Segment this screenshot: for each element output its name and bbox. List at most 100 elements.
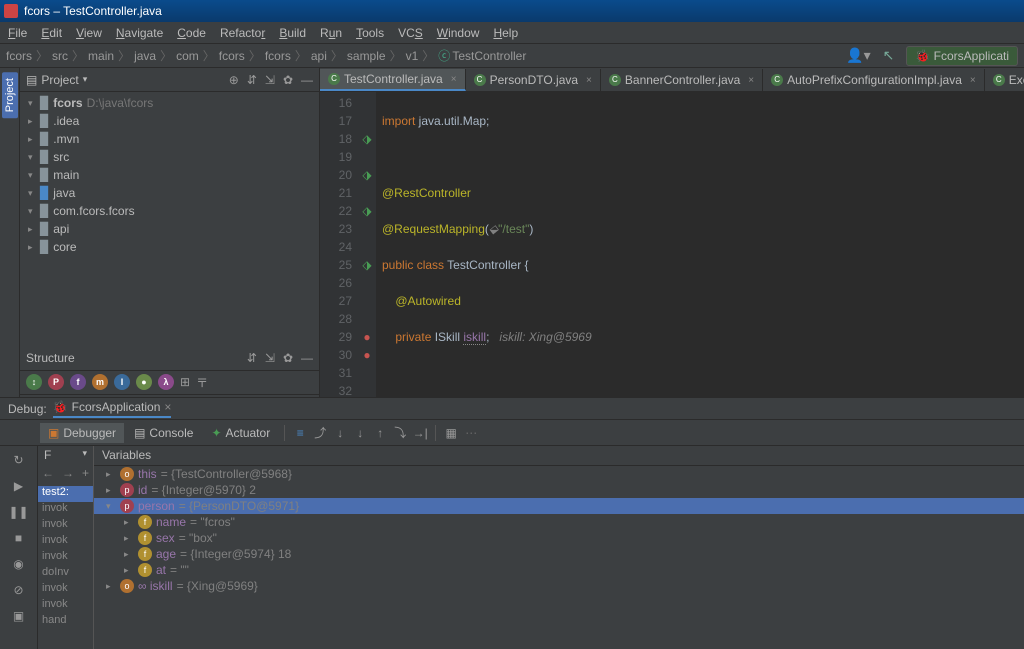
menu-file[interactable]: File xyxy=(2,24,33,42)
tab-exceptioncode[interactable]: CExceptionCodeCo xyxy=(985,69,1024,91)
crumb[interactable]: v1 xyxy=(406,49,419,63)
menu-edit[interactable]: Edit xyxy=(35,24,68,42)
menu-run[interactable]: Run xyxy=(314,24,348,42)
editor-tabs: CTestController.java× CPersonDTO.java× C… xyxy=(320,68,1024,92)
structure-panel-header: Structure ⇵ ⇲ ✿ — xyxy=(20,347,319,371)
build-icon[interactable]: ↖ xyxy=(883,47,895,64)
breadcrumb-bar: fcors〉 src〉 main〉 java〉 com〉 fcors〉 fcor… xyxy=(0,44,1024,68)
force-step-icon[interactable]: ↓ xyxy=(351,424,369,442)
show-icon[interactable]: ● xyxy=(136,374,152,390)
project-icon: ▤ xyxy=(26,73,37,87)
menu-tools[interactable]: Tools xyxy=(350,24,390,42)
collapse-icon[interactable]: ⇵ xyxy=(247,73,257,87)
breakpoints-icon[interactable]: ◉ xyxy=(9,554,29,574)
user-icon[interactable]: 👤▾ xyxy=(846,47,870,64)
breadcrumb: fcors〉 src〉 main〉 java〉 com〉 fcors〉 fcor… xyxy=(6,47,526,64)
debug-toolbar: ▣Debugger ▤Console ✦Actuator ≡ ⤴ ↓ ↓ ↑ ⤵… xyxy=(0,420,1024,446)
crumb[interactable]: main xyxy=(88,49,114,63)
layout-icon[interactable]: ▣ xyxy=(9,606,29,626)
crumb[interactable]: fcors xyxy=(6,49,32,63)
step-into-icon[interactable]: ↓ xyxy=(331,424,349,442)
menubar: File Edit View Navigate Code Refactor Bu… xyxy=(0,22,1024,44)
debug-label: Debug: xyxy=(8,402,47,416)
tool-tab-project[interactable]: Project xyxy=(2,72,18,118)
variable-row[interactable]: ▸o ∞ iskill = {Xing@5969} xyxy=(94,578,1024,594)
window-title: fcors – TestController.java xyxy=(24,4,162,18)
crumb[interactable]: fcors xyxy=(219,49,245,63)
gear-icon[interactable]: ✿ xyxy=(283,351,293,365)
expand-icon[interactable]: ⇲ xyxy=(265,73,275,87)
target-icon[interactable]: ⊕ xyxy=(229,73,239,87)
debug-config-tab[interactable]: 🐞 FcorsApplication × xyxy=(53,400,172,418)
resume-icon[interactable]: ▶ xyxy=(9,476,29,496)
filter-icon[interactable]: P xyxy=(48,374,64,390)
menu-window[interactable]: Window xyxy=(431,24,486,42)
debugger-tab[interactable]: ▣Debugger xyxy=(40,423,124,443)
app-icon xyxy=(4,4,18,18)
project-panel-header: ▤ Project ▾ ⊕ ⇵ ⇲ ✿ — xyxy=(20,68,319,92)
drop-frame-icon[interactable]: ⤵ xyxy=(391,424,409,442)
variables-header: Variables xyxy=(94,446,1024,466)
field-icon[interactable]: f xyxy=(70,374,86,390)
crumb[interactable]: fcors xyxy=(265,49,291,63)
tab-bannercontroller[interactable]: CBannerController.java× xyxy=(601,69,763,91)
debug-panel: Debug: 🐞 FcorsApplication × ▣Debugger ▤C… xyxy=(0,397,1024,649)
variable-row[interactable]: ▾p person = {PersonDTO@5971} xyxy=(94,498,1024,514)
step-over-icon[interactable]: ⤴ xyxy=(311,424,329,442)
variable-row[interactable]: ▸f name = "fcros" xyxy=(94,514,1024,530)
tab-testcontroller[interactable]: CTestController.java× xyxy=(320,69,466,91)
method-icon[interactable]: m xyxy=(92,374,108,390)
crumb[interactable]: sample xyxy=(347,49,386,63)
close-icon[interactable]: × xyxy=(451,74,457,85)
expand-icon[interactable]: ⇲ xyxy=(265,351,275,365)
run-config-selector[interactable]: 🐞 FcorsApplicati xyxy=(906,46,1018,66)
variable-row[interactable]: ▸f sex = "box" xyxy=(94,530,1024,546)
run-to-cursor-icon[interactable]: →| xyxy=(411,424,429,442)
impl-icon[interactable]: I xyxy=(114,374,130,390)
project-tree[interactable]: ▾▉ fcors D:\java\fcors ▸▉ .idea ▸▉ .mvn … xyxy=(20,92,319,347)
crumb[interactable]: com xyxy=(176,49,199,63)
menu-navigate[interactable]: Navigate xyxy=(110,24,169,42)
debug-side-toolbar: ↻ ▶ ❚❚ ■ ◉ ⊘ ▣ xyxy=(0,446,38,649)
tab-persondto[interactable]: CPersonDTO.java× xyxy=(466,69,601,91)
variable-row[interactable]: ▸p id = {Integer@5970} 2 xyxy=(94,482,1024,498)
debug-frames[interactable]: F▾ ←→+ test2: invok invok invok invok do… xyxy=(38,446,94,649)
variable-row[interactable]: ▸f age = {Integer@5974} 18 xyxy=(94,546,1024,562)
project-title: Project xyxy=(41,73,78,87)
console-tab[interactable]: ▤Console xyxy=(126,423,201,443)
crumb[interactable]: src xyxy=(52,49,68,63)
crumb-class[interactable]: TestController xyxy=(452,49,526,63)
structure-title: Structure xyxy=(26,351,75,365)
variable-row[interactable]: ▸f at = "" xyxy=(94,562,1024,578)
collapse-icon[interactable]: ⇵ xyxy=(247,351,257,365)
pause-icon[interactable]: ❚❚ xyxy=(9,502,29,522)
menu-view[interactable]: View xyxy=(70,24,108,42)
anon-icon[interactable]: λ xyxy=(158,374,174,390)
threads-icon[interactable]: ≡ xyxy=(291,424,309,442)
structure-toolbar: ↕ P f m I ● λ ⊞ 〒 xyxy=(20,371,319,395)
gear-icon[interactable]: ✿ xyxy=(283,73,293,87)
crumb[interactable]: api xyxy=(311,49,327,63)
menu-refactor[interactable]: Refactor xyxy=(214,24,271,42)
menu-help[interactable]: Help xyxy=(487,24,524,42)
hide-icon[interactable]: — xyxy=(301,73,313,87)
titlebar: fcors – TestController.java xyxy=(0,0,1024,22)
collapse-all-icon[interactable]: 〒 xyxy=(196,374,208,391)
expand-all-icon[interactable]: ⊞ xyxy=(180,375,190,389)
menu-vcs[interactable]: VCS xyxy=(392,24,429,42)
stop-icon[interactable]: ■ xyxy=(9,528,29,548)
more-icon[interactable]: ⋯ xyxy=(462,424,480,442)
tab-autoprefix[interactable]: CAutoPrefixConfigurationImpl.java× xyxy=(763,69,985,91)
menu-code[interactable]: Code xyxy=(171,24,212,42)
rerun-icon[interactable]: ↻ xyxy=(9,450,29,470)
hide-icon[interactable]: — xyxy=(301,351,313,365)
debug-variables[interactable]: Variables ▸o this = {TestController@5968… xyxy=(94,446,1024,649)
step-out-icon[interactable]: ↑ xyxy=(371,424,389,442)
mute-bp-icon[interactable]: ⊘ xyxy=(9,580,29,600)
crumb[interactable]: java xyxy=(134,49,156,63)
menu-build[interactable]: Build xyxy=(273,24,312,42)
sort-icon[interactable]: ↕ xyxy=(26,374,42,390)
evaluate-icon[interactable]: ▦ xyxy=(442,424,460,442)
variable-row[interactable]: ▸o this = {TestController@5968} xyxy=(94,466,1024,482)
actuator-tab[interactable]: ✦Actuator xyxy=(203,423,278,443)
